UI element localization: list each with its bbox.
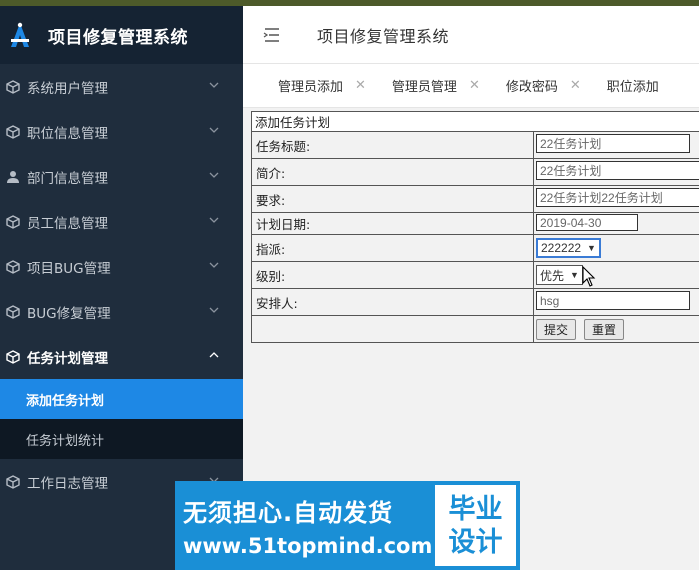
assign-select[interactable]: 222222 ▼ <box>536 238 601 258</box>
close-icon[interactable]: ✕ <box>570 78 581 93</box>
watermark-badge-line2: 设计 <box>448 526 503 558</box>
sidebar-item-label: 职位信息管理 <box>27 125 108 142</box>
sidebar-item-system-users[interactable]: 系统用户管理 <box>0 64 243 109</box>
tab-position-add[interactable]: 职位添加 <box>607 76 659 95</box>
task-title-input[interactable]: 22任务计划 <box>536 134 690 153</box>
watermark-badge-line1: 毕业 <box>448 493 503 525</box>
sidebar-item-task-plans[interactable]: 任务计划管理 <box>0 334 243 379</box>
chevron-down-icon <box>209 172 219 178</box>
chevron-up-icon <box>209 352 219 358</box>
field-label: 级别: <box>251 261 534 289</box>
sidebar-item-label: 员工信息管理 <box>27 215 108 232</box>
watermark-text-block: 无须担心.自动发货 www.51topmind.com <box>175 481 433 570</box>
header: 项目修复管理系统 <box>243 6 699 64</box>
field-label: 简介: <box>251 158 534 186</box>
sidebar-item-positions[interactable]: 职位信息管理 <box>0 109 243 154</box>
chevron-down-icon <box>209 307 219 313</box>
form-table: 添加任务计划 任务标题: 22任务计划 简介: 22任务计划 要求: 22任务计… <box>251 111 699 343</box>
sidebar-item-bug-fixes[interactable]: BUG修复管理 <box>0 289 243 334</box>
cube-icon <box>6 474 20 489</box>
cube-icon <box>6 214 20 229</box>
tab-admin-manage[interactable]: 管理员管理 ✕ <box>392 76 480 95</box>
cube-icon <box>6 124 20 139</box>
chevron-down-icon <box>209 217 219 223</box>
sidebar-subitem-add-task-plan[interactable]: 添加任务计划 <box>0 379 243 419</box>
watermark-badge: 毕业 设计 <box>431 481 520 570</box>
chevron-down-icon <box>209 127 219 133</box>
field-label: 任务标题: <box>251 131 534 159</box>
cube-icon <box>6 259 20 274</box>
reset-button[interactable]: 重置 <box>584 318 625 340</box>
level-select-value: 优先 <box>540 268 565 283</box>
close-icon[interactable]: ✕ <box>355 78 366 93</box>
sidebar-item-label: 系统用户管理 <box>27 80 108 97</box>
field-label: 安排人: <box>251 288 534 316</box>
cube-icon <box>6 304 20 319</box>
dropdown-arrow-icon: ▼ <box>570 270 579 280</box>
user-icon <box>7 170 19 183</box>
page-title: 项目修复管理系统 <box>317 26 450 46</box>
tab-label: 职位添加 <box>606 80 659 95</box>
sidebar-item-employees[interactable]: 员工信息管理 <box>0 199 243 244</box>
tab-change-password[interactable]: 修改密码 ✕ <box>506 76 581 95</box>
sidebar-item-label: 部门信息管理 <box>27 170 108 187</box>
watermark-banner: 无须担心.自动发货 www.51topmind.com 毕业 设计 <box>175 481 520 570</box>
submit-button[interactable]: 提交 <box>536 318 577 340</box>
chevron-down-icon <box>209 262 219 268</box>
empty-cell <box>251 315 534 343</box>
tab-admin-add[interactable]: 管理员添加 ✕ <box>278 76 366 95</box>
chevron-down-icon <box>209 82 219 88</box>
field-label: 计划日期: <box>251 212 534 235</box>
cube-icon <box>6 349 20 364</box>
level-select[interactable]: 优先 ▼ <box>536 265 583 285</box>
intro-input[interactable]: 22任务计划 <box>536 161 699 180</box>
logo-icon <box>11 22 29 47</box>
close-icon[interactable]: ✕ <box>469 78 480 93</box>
app-title: 项目修复管理系统 <box>48 27 188 48</box>
task-plan-form: 添加任务计划 任务标题: 22任务计划 简介: 22任务计划 要求: 22任务计… <box>251 111 699 343</box>
arranger-input[interactable]: hsg <box>536 291 690 310</box>
sidebar-item-label: 工作日志管理 <box>27 475 108 492</box>
tab-label: 管理员添加 <box>278 80 344 95</box>
sidebar-item-project-bugs[interactable]: 项目BUG管理 <box>0 244 243 289</box>
field-label: 指派: <box>251 234 534 262</box>
field-label: 要求: <box>251 185 534 213</box>
watermark-line1: 无须担心.自动发货 <box>183 499 394 527</box>
tab-label: 修改密码 <box>505 80 558 95</box>
sidebar-item-label: 任务计划管理 <box>27 350 108 367</box>
dropdown-arrow-icon: ▼ <box>587 243 596 253</box>
menu-toggle-icon[interactable] <box>263 27 281 42</box>
requirement-input[interactable]: 22任务计划22任务计划 <box>536 188 699 207</box>
assign-select-value: 222222 <box>541 241 582 255</box>
cube-icon <box>6 79 20 94</box>
app-logo-area: 项目修复管理系统 <box>0 6 243 64</box>
tab-label: 管理员管理 <box>391 80 457 95</box>
sidebar-item-label: 项目BUG管理 <box>27 260 111 277</box>
watermark-line2: www.51topmind.com <box>183 534 433 558</box>
plan-date-input[interactable]: 2019-04-30 <box>536 213 638 231</box>
form-caption: 添加任务计划 <box>251 111 699 132</box>
mouse-cursor-icon <box>582 266 596 287</box>
sidebar-item-departments[interactable]: 部门信息管理 <box>0 154 243 199</box>
sidebar-item-label: BUG修复管理 <box>27 305 111 322</box>
sidebar-subitem-task-plan-stats[interactable]: 任务计划统计 <box>0 419 243 459</box>
tab-bar: 管理员添加 ✕ 管理员管理 ✕ 修改密码 ✕ 职位添加 <box>243 64 699 108</box>
